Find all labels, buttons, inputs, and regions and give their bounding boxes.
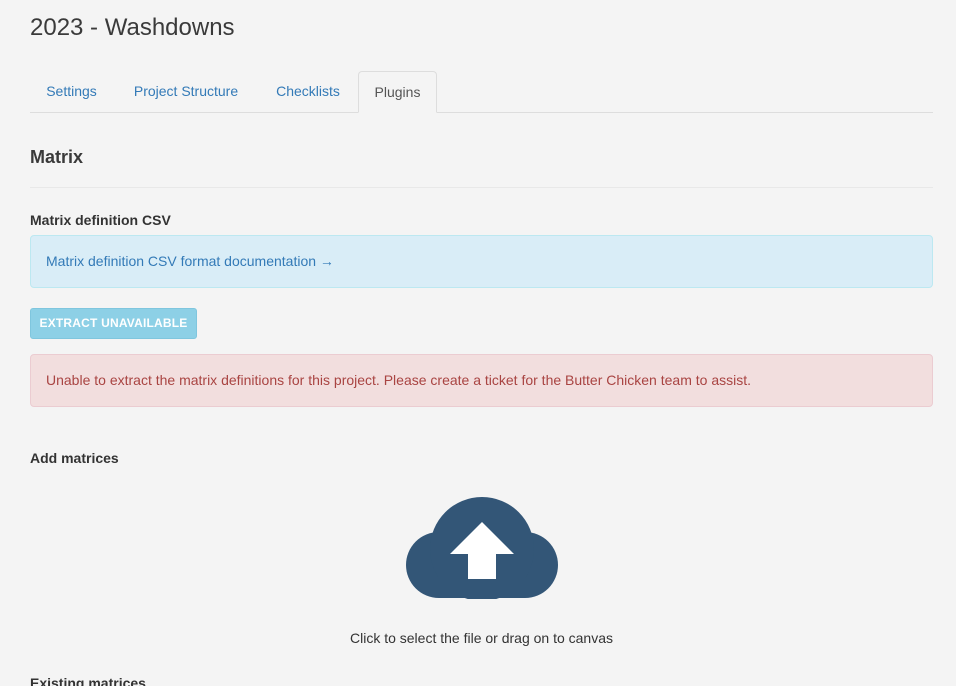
- page-title: 2023 - Washdowns: [30, 14, 235, 41]
- cloud-upload-icon: [406, 497, 558, 599]
- dropzone-instructions: Click to select the file or drag on to c…: [349, 630, 614, 646]
- add-matrices-label: Add matrices: [30, 450, 119, 466]
- extract-error-alert: Unable to extract the matrix definitions…: [30, 354, 933, 407]
- tab-plugins[interactable]: Plugins: [358, 71, 437, 113]
- section-title-matrix: Matrix: [30, 147, 84, 167]
- section-divider: [30, 187, 933, 188]
- page: 2023 - Washdowns Settings Project Struct…: [0, 0, 956, 686]
- documentation-info-box: Matrix definition CSV format documentati…: [30, 235, 933, 288]
- extract-unavailable-button[interactable]: EXTRACT UNAVAILABLE: [30, 308, 197, 339]
- tab-settings[interactable]: Settings: [30, 71, 113, 112]
- documentation-link[interactable]: Matrix definition CSV format documentati…: [46, 253, 334, 269]
- tab-checklists[interactable]: Checklists: [259, 71, 357, 112]
- file-dropzone[interactable]: Click to select the file or drag on to c…: [30, 490, 933, 660]
- tab-project-structure[interactable]: Project Structure: [113, 71, 259, 112]
- tab-bar: Settings Project Structure Checklists Pl…: [30, 71, 933, 113]
- matrix-definition-label: Matrix definition CSV: [30, 212, 171, 228]
- existing-matrices-label: Existing matrices: [30, 675, 146, 686]
